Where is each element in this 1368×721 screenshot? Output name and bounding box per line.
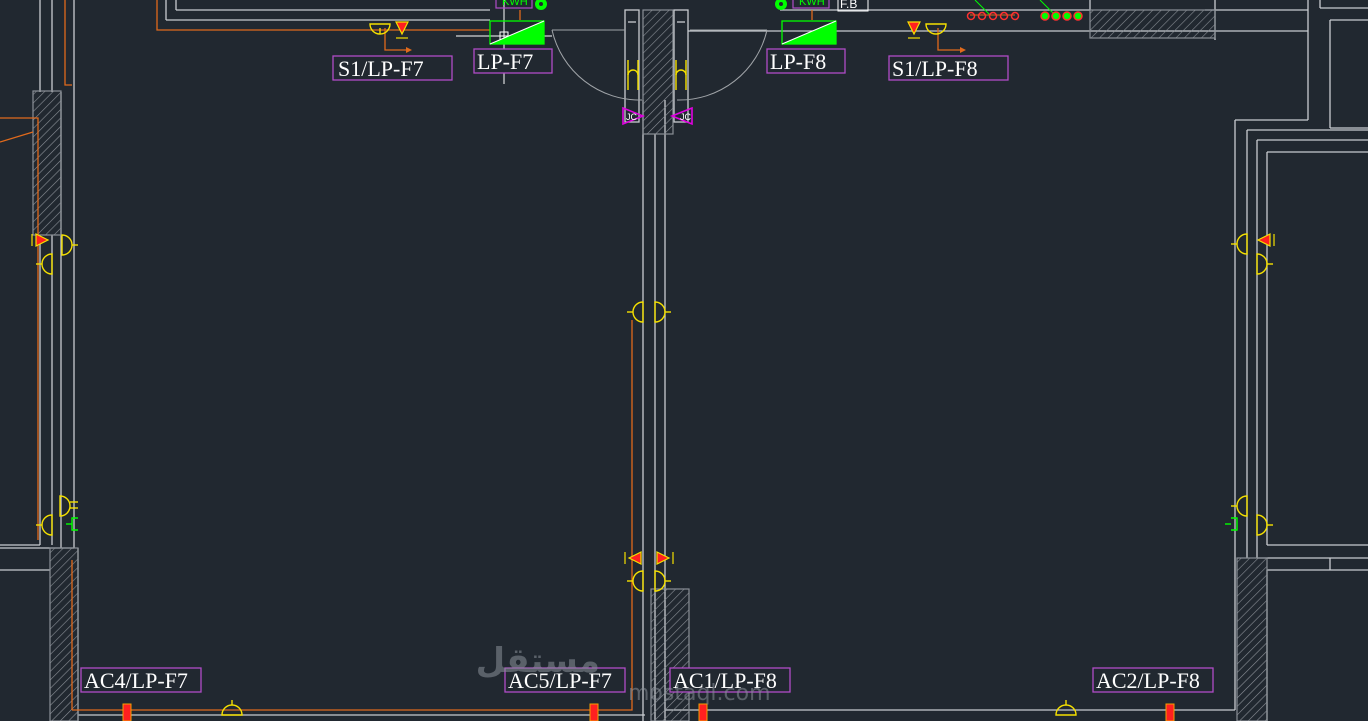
label-s1-lp-f8-text: S1/LP-F8 [892, 56, 978, 81]
door-tag-left-text: JC [626, 112, 638, 122]
kwh-meter-left[interactable]: KWH [495, 0, 547, 10]
door-tag-right-text: JC [680, 112, 692, 122]
wiring [0, 0, 962, 711]
ac-units[interactable] [122, 703, 1175, 721]
kwh-label-left: KWH [502, 0, 528, 8]
label-ac2-lp-f8[interactable]: AC2/LP-F8 [1092, 667, 1214, 693]
watermark-arabic: مستقل [476, 641, 600, 681]
label-ac2-text: AC2/LP-F8 [1096, 668, 1200, 693]
label-s1-lp-f7-text: S1/LP-F7 [338, 56, 424, 81]
label-ac4-lp-f7[interactable]: AC4/LP-F7 [80, 667, 202, 693]
label-s1-lp-f8[interactable]: S1/LP-F8 [888, 55, 1009, 81]
label-lp-f8[interactable]: LP-F8 [766, 48, 846, 74]
switches-green[interactable] [66, 517, 1238, 531]
kwh-label-right: KWH [799, 0, 825, 8]
label-s1-lp-f7[interactable]: S1/LP-F7 [332, 55, 453, 81]
door-access-tag-left[interactable]: JC [622, 106, 646, 126]
fb-label: F.B [840, 0, 857, 11]
watermark-latin: mostaql.com [628, 681, 771, 706]
hatched-columns [32, 9, 1268, 721]
cad-floor-plan[interactable]: KWH KWH F.B JC JC S1/LP-F7 LP-F7 LP-F8 S… [0, 0, 1368, 721]
panel-lp-f7[interactable] [489, 20, 545, 45]
label-lp-f8-text: LP-F8 [770, 49, 826, 74]
label-lp-f7[interactable]: LP-F7 [473, 48, 553, 74]
label-ac4-text: AC4/LP-F7 [84, 668, 188, 693]
label-lp-f7-text: LP-F7 [477, 49, 533, 74]
kwh-meter-right[interactable]: KWH [775, 0, 830, 10]
panel-lp-f8[interactable] [781, 20, 837, 45]
